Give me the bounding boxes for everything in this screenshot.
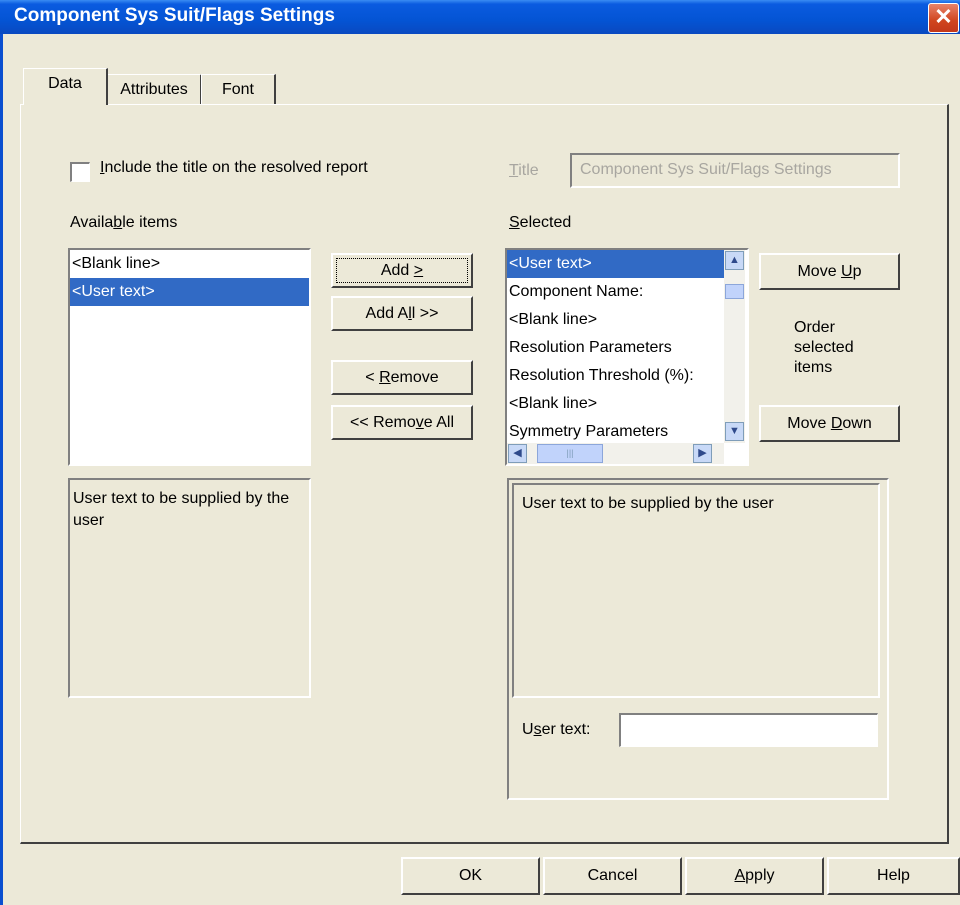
scroll-up-button[interactable]: ▲ xyxy=(725,251,744,270)
tab-data-label: Data xyxy=(48,75,82,92)
add-button[interactable]: Add > xyxy=(331,253,473,288)
tab-attributes-label: Attributes xyxy=(120,81,188,98)
window-left-border xyxy=(0,34,3,905)
scroll-down-button[interactable]: ▼ xyxy=(725,422,744,441)
selected-description: User text to be supplied by the user xyxy=(522,495,774,512)
tab-attributes[interactable]: Attributes xyxy=(107,74,202,105)
order-hint-line: Order xyxy=(794,319,835,336)
order-hint: Order selected items xyxy=(794,318,854,378)
chevron-down-icon: ▼ xyxy=(729,425,740,437)
tab-font[interactable]: Font xyxy=(201,74,276,105)
vertical-scroll-thumb[interactable] xyxy=(725,284,744,299)
list-item[interactable]: Symmetry Parameters xyxy=(507,418,724,443)
list-item[interactable]: Component Name: xyxy=(507,278,724,306)
list-item[interactable]: Resolution Parameters xyxy=(507,334,724,362)
move-up-button[interactable]: Move Up xyxy=(759,253,900,290)
ok-button[interactable]: OK xyxy=(401,857,540,895)
move-down-button[interactable]: Move Down xyxy=(759,405,900,442)
order-hint-line: selected xyxy=(794,339,854,356)
available-items-label: Available items xyxy=(70,214,178,231)
chevron-left-icon: ◀ xyxy=(513,447,522,459)
list-item[interactable]: <User text> xyxy=(507,250,724,278)
selected-label: Selected xyxy=(509,214,572,231)
include-title-label[interactable]: Include the title on the resolved report xyxy=(100,159,368,177)
order-hint-line: items xyxy=(794,359,833,376)
user-text-input[interactable] xyxy=(619,713,878,747)
include-title-checkbox[interactable] xyxy=(70,162,90,182)
vertical-scrollbar[interactable] xyxy=(724,250,745,443)
title-field: Component Sys Suit/Flags Settings xyxy=(570,153,900,188)
list-item[interactable]: <Blank line> xyxy=(507,390,724,418)
chevron-right-icon: ▶ xyxy=(698,447,707,459)
close-icon: ✕ xyxy=(934,4,953,29)
list-item[interactable]: <Blank line> xyxy=(507,306,724,334)
tab-data[interactable]: Data xyxy=(23,68,108,105)
scroll-left-button[interactable]: ◀ xyxy=(508,444,527,463)
horizontal-scroll-thumb[interactable]: ||| xyxy=(537,444,603,463)
add-all-button[interactable]: Add All >> xyxy=(331,296,473,331)
title-label: Title xyxy=(509,162,539,179)
list-item[interactable]: <User text> xyxy=(70,278,309,306)
selected-items-list[interactable]: <User text> Component Name: <Blank line>… xyxy=(505,248,749,466)
list-item[interactable]: Resolution Threshold (%): xyxy=(507,362,724,390)
focus-rect xyxy=(336,258,468,283)
available-description: User text to be supplied by the user xyxy=(73,490,290,529)
list-item[interactable]: <Blank line> xyxy=(70,250,309,278)
scroll-right-button[interactable]: ▶ xyxy=(693,444,712,463)
title-bar: Component Sys Suit/Flags Settings ✕ xyxy=(0,0,960,34)
title-field-value: Component Sys Suit/Flags Settings xyxy=(580,161,832,178)
selected-description-box: User text to be supplied by the user xyxy=(512,483,880,698)
available-description-box: User text to be supplied by the user xyxy=(68,478,311,698)
cancel-button[interactable]: Cancel xyxy=(543,857,682,895)
apply-button[interactable]: Apply xyxy=(685,857,824,895)
available-items-list[interactable]: <Blank line> <User text> xyxy=(68,248,311,466)
close-button[interactable]: ✕ xyxy=(928,3,959,33)
user-text-label: User text: xyxy=(522,721,591,738)
remove-button[interactable]: < Remove xyxy=(331,360,473,395)
help-button[interactable]: Help xyxy=(827,857,960,895)
window-title: Component Sys Suit/Flags Settings xyxy=(14,5,335,26)
tab-font-label: Font xyxy=(221,81,254,98)
remove-all-button[interactable]: << Remove All xyxy=(331,405,473,440)
chevron-up-icon: ▲ xyxy=(729,254,740,266)
